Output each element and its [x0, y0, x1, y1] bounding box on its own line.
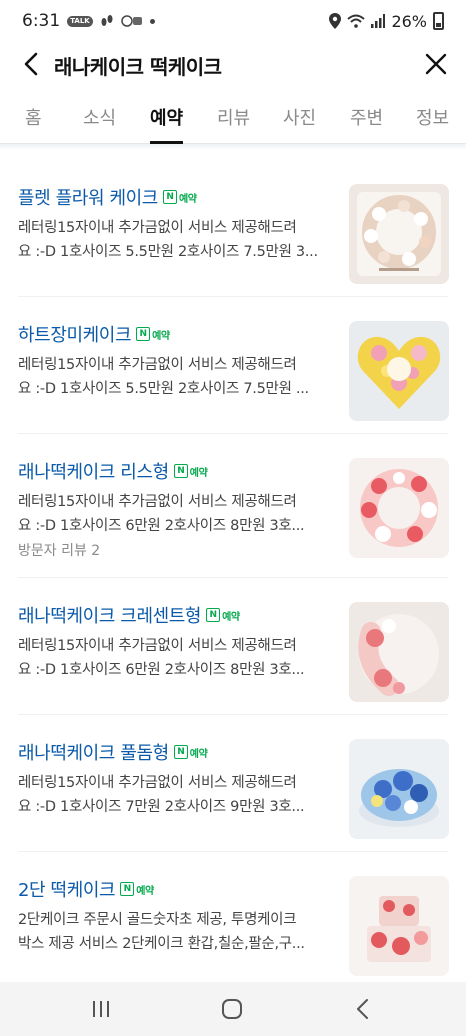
naver-booking-badge: N 예약 — [136, 327, 170, 342]
item-title[interactable]: 2단 떡케이크 — [18, 876, 116, 902]
booking-badge-label: 예약 — [178, 193, 197, 205]
item-description: 레터링15자이내 추가금없이 서비스 제공해드려 요 :-D 1호사이즈 7만원… — [18, 771, 336, 819]
item-desc-line: 레터링15자이내 추가금없이 서비스 제공해드려 — [18, 638, 297, 654]
booking-badge-label: 예약 — [152, 330, 170, 342]
item-title[interactable]: 래나떡케이크 리스형 — [18, 458, 169, 484]
list-item[interactable]: 래나떡케이크 리스형 N 예약 레터링15자이내 추가금없이 서비스 제공해드려 … — [0, 434, 466, 578]
list-item[interactable]: 플렛 플라워 케이크 N 예약 레터링15자이내 추가금없이 서비스 제공해드려 … — [0, 160, 466, 297]
item-description: 레터링15자이내 추가금없이 서비스 제공해드려 요 :-D 1호사이즈 5.5… — [18, 353, 336, 401]
naver-booking-badge: N 예약 — [173, 464, 208, 479]
tab-home[interactable]: 홈 — [25, 104, 42, 144]
naver-n-icon: N — [173, 464, 188, 478]
close-button[interactable] — [422, 50, 450, 78]
page-header: 래나케이크 떡케이크 — [0, 42, 466, 86]
item-title-row[interactable]: 래나떡케이크 풀돔형 N 예약 — [18, 739, 208, 765]
location-icon — [329, 13, 342, 29]
item-desc-line: 레터링15자이내 추가금없이 서비스 제공해드려 — [18, 775, 297, 791]
item-title-row[interactable]: 하트장미케이크 N 예약 — [18, 321, 170, 347]
item-thumbnail[interactable] — [349, 739, 449, 839]
item-desc-line: 2단케이크 주문시 골드숫자초 제공, 투명케이크 — [18, 912, 297, 928]
list-item[interactable]: 래나떡케이크 풀돔형 N 예약 레터링15자이내 추가금없이 서비스 제공해드려 … — [0, 715, 466, 852]
item-description: 2단케이크 주문시 골드숫자초 제공, 투명케이크 박스 제공 서비스 2단케이… — [18, 908, 336, 956]
tab-photos[interactable]: 사진 — [283, 104, 316, 144]
naver-n-icon: N — [120, 882, 135, 896]
battery-icon — [433, 12, 444, 30]
item-title[interactable]: 플렛 플라워 케이크 — [18, 184, 158, 210]
notification-dot-icon — [149, 18, 155, 24]
naver-booking-badge: N 예약 — [120, 882, 154, 897]
item-desc-line: 요 :-D 1호사이즈 6만원 2호사이즈 8만원 3호... — [18, 518, 305, 534]
booking-badge-label: 예약 — [189, 467, 208, 479]
footprint-icon — [101, 15, 113, 26]
item-description: 레터링15자이내 추가금없이 서비스 제공해드려 요 :-D 1호사이즈 5.5… — [18, 216, 336, 264]
naver-booking-badge: N 예약 — [162, 190, 197, 205]
tab-news[interactable]: 소식 — [83, 104, 116, 144]
booking-badge-label: 예약 — [222, 611, 240, 623]
android-nav-bar — [0, 982, 466, 1036]
naver-n-icon: N — [136, 327, 151, 341]
back-button[interactable] — [18, 50, 46, 78]
item-desc-line: 레터링15자이내 추가금없이 서비스 제공해드려 — [18, 494, 297, 510]
item-desc-line: 요 :-D 1호사이즈 7만원 2호사이즈 9만원 3호... — [18, 799, 305, 815]
tab-info[interactable]: 정보 — [416, 104, 449, 144]
item-thumbnail[interactable] — [349, 602, 449, 702]
tab-divider — [0, 144, 466, 150]
item-title-row[interactable]: 래나떡케이크 리스형 N 예약 — [18, 458, 208, 484]
item-desc-line: 레터링15자이내 추가금없이 서비스 제공해드려 — [18, 220, 297, 236]
item-desc-line: 요 :-D 1호사이즈 5.5만원 2호사이즈 7.5만원 3... — [18, 244, 318, 260]
item-thumbnail[interactable] — [349, 321, 449, 421]
visitor-review-count[interactable]: 방문자 리뷰 2 — [18, 540, 100, 560]
item-desc-line: 박스 제공 서비스 2단케이크 환갑,칠순,팔순,구... — [18, 936, 305, 952]
naver-n-icon: N — [173, 745, 188, 759]
carrier-icon — [120, 15, 142, 27]
item-description: 레터링15자이내 추가금없이 서비스 제공해드려 요 :-D 1호사이즈 6만원… — [18, 634, 336, 682]
back-nav-button[interactable] — [348, 996, 378, 1022]
tab-nearby[interactable]: 주변 — [350, 104, 383, 144]
home-button[interactable] — [217, 996, 247, 1022]
item-title[interactable]: 하트장미케이크 — [18, 321, 132, 347]
status-time: 6:31 — [22, 11, 61, 31]
booking-badge-label: 예약 — [136, 885, 154, 897]
kakaotalk-icon: TALK — [67, 15, 93, 27]
signal-icon — [371, 14, 386, 28]
item-description: 레터링15자이내 추가금없이 서비스 제공해드려 요 :-D 1호사이즈 6만원… — [18, 490, 336, 538]
tab-reviews[interactable]: 리뷰 — [217, 104, 250, 144]
list-item[interactable]: 하트장미케이크 N 예약 레터링15자이내 추가금없이 서비스 제공해드려 요 :… — [0, 297, 466, 434]
battery-percent: 26% — [391, 11, 427, 31]
item-desc-line: 레터링15자이내 추가금없이 서비스 제공해드려 — [18, 357, 297, 373]
naver-booking-badge: N 예약 — [206, 608, 240, 623]
item-thumbnail[interactable] — [349, 458, 449, 558]
status-bar: 6:31 TALK 26% — [0, 0, 466, 42]
item-desc-line: 요 :-D 1호사이즈 5.5만원 2호사이즈 7.5만원 ... — [18, 381, 309, 397]
item-title-row[interactable]: 래나떡케이크 크레센트형 N 예약 — [18, 602, 240, 628]
item-title[interactable]: 래나떡케이크 풀돔형 — [18, 739, 169, 765]
item-title-row[interactable]: 2단 떡케이크 N 예약 — [18, 876, 154, 902]
wifi-icon — [347, 14, 366, 28]
item-title-row[interactable]: 플렛 플라워 케이크 N 예약 — [18, 184, 197, 210]
tab-bar: 홈 소식 예약 리뷰 사진 주변 정보 — [0, 92, 466, 144]
item-title[interactable]: 래나떡케이크 크레센트형 — [18, 602, 201, 628]
naver-n-icon: N — [206, 608, 221, 622]
list-item[interactable]: 래나떡케이크 크레센트형 N 예약 레터링15자이내 추가금없이 서비스 제공해드… — [0, 578, 466, 715]
page-title: 래나케이크 떡케이크 — [54, 55, 222, 79]
item-thumbnail[interactable] — [349, 876, 449, 976]
tab-booking[interactable]: 예약 — [150, 104, 184, 144]
item-desc-line: 요 :-D 1호사이즈 6만원 2호사이즈 8만원 3호... — [18, 662, 305, 678]
item-thumbnail[interactable] — [349, 184, 449, 284]
recent-apps-button[interactable] — [86, 996, 116, 1022]
booking-badge-label: 예약 — [189, 748, 208, 760]
naver-booking-badge: N 예약 — [173, 745, 208, 760]
list-item[interactable]: 2단 떡케이크 N 예약 2단케이크 주문시 골드숫자초 제공, 투명케이크 박스… — [0, 852, 466, 989]
naver-n-icon: N — [162, 190, 177, 204]
